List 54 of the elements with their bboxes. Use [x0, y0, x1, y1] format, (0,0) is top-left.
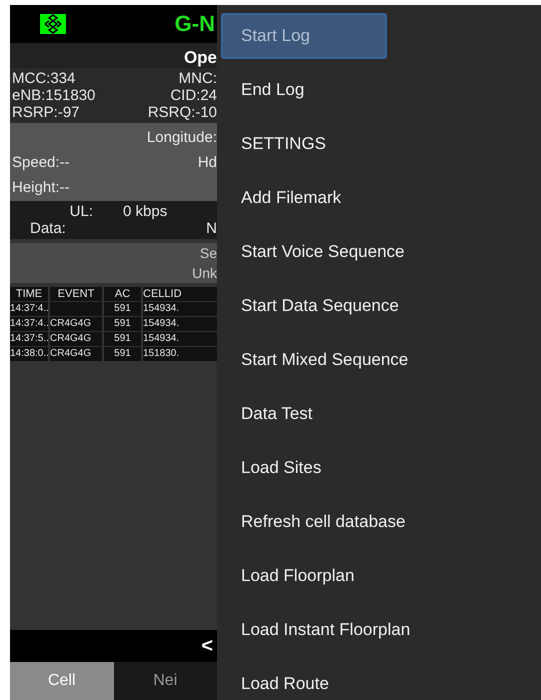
table-cell — [50, 302, 102, 316]
menu-item[interactable]: Load Sites — [217, 441, 541, 495]
column-header: TIME — [10, 287, 48, 301]
table-cell: 591 — [104, 332, 141, 346]
tab[interactable]: Nei — [114, 662, 217, 700]
column-header: CELLID — [143, 287, 217, 301]
info-value: eNB:151830 — [11, 87, 96, 104]
info-value: CID:24 — [169, 87, 217, 104]
longitude-label: Longitude: — [146, 128, 217, 148]
height-label: Height:-- — [12, 178, 70, 198]
table-cell: 14:37:4.. — [10, 302, 48, 316]
table-cell: 151830. — [143, 347, 217, 361]
info-value: RSRQ:-10 — [146, 104, 217, 121]
ul-label: UL: — [68, 203, 93, 220]
column-header: AC — [104, 287, 141, 301]
table-cell: 591 — [104, 317, 141, 331]
operator-label: Ope — [184, 48, 217, 68]
menu-item[interactable]: Start Mixed Sequence — [217, 333, 541, 387]
menu-item[interactable]: Data Test — [217, 387, 541, 441]
table-cell: 591 — [104, 347, 141, 361]
speed-label: Speed:-- — [12, 153, 70, 173]
menu-item[interactable]: Start Data Sequence — [217, 279, 541, 333]
menu-item[interactable]: Refresh cell database — [217, 495, 541, 549]
service-label: Se — [200, 245, 217, 261]
menu-item[interactable]: Start Voice Sequence — [217, 225, 541, 279]
data-value: N — [206, 220, 217, 237]
heading-label: Hd — [198, 153, 217, 173]
table-cell: 154934. — [143, 317, 217, 331]
column-header: EVENT — [50, 287, 102, 301]
table-cell: CR4G4G — [50, 332, 102, 346]
table-cell: 591 — [104, 302, 141, 316]
table-cell: 14:37:5.. — [10, 332, 48, 346]
menu-item[interactable]: Load Instant Floorplan — [217, 603, 541, 657]
service-value: Unk — [192, 265, 217, 281]
app-title: G-N — [174, 11, 216, 37]
menu-item[interactable]: SETTINGS — [217, 117, 541, 171]
app-logo-icon — [40, 14, 66, 34]
info-value: MNC: — [178, 70, 217, 87]
menu-item[interactable]: End Log — [217, 63, 541, 117]
table-cell: 14:38:0.. — [10, 347, 48, 361]
info-value: RSRP:-97 — [11, 104, 81, 121]
table-cell: 154934. — [143, 332, 217, 346]
table-cell: 14:37:4.. — [10, 317, 48, 331]
menu-item[interactable]: Add Filemark — [217, 171, 541, 225]
back-arrow-button[interactable]: < — [201, 634, 217, 658]
table-cell: CR4G4G — [50, 317, 102, 331]
ul-value: 0 kbps — [123, 203, 168, 220]
table-cell: 154934. — [143, 302, 217, 316]
menu-item[interactable]: Load Route — [217, 657, 541, 700]
menu-item[interactable]: Load Floorplan — [217, 549, 541, 603]
info-value: MCC:334 — [11, 70, 76, 87]
data-label: Data: — [30, 220, 66, 237]
menu-item[interactable]: Start Log — [221, 13, 387, 59]
table-cell: CR4G4G — [50, 347, 102, 361]
